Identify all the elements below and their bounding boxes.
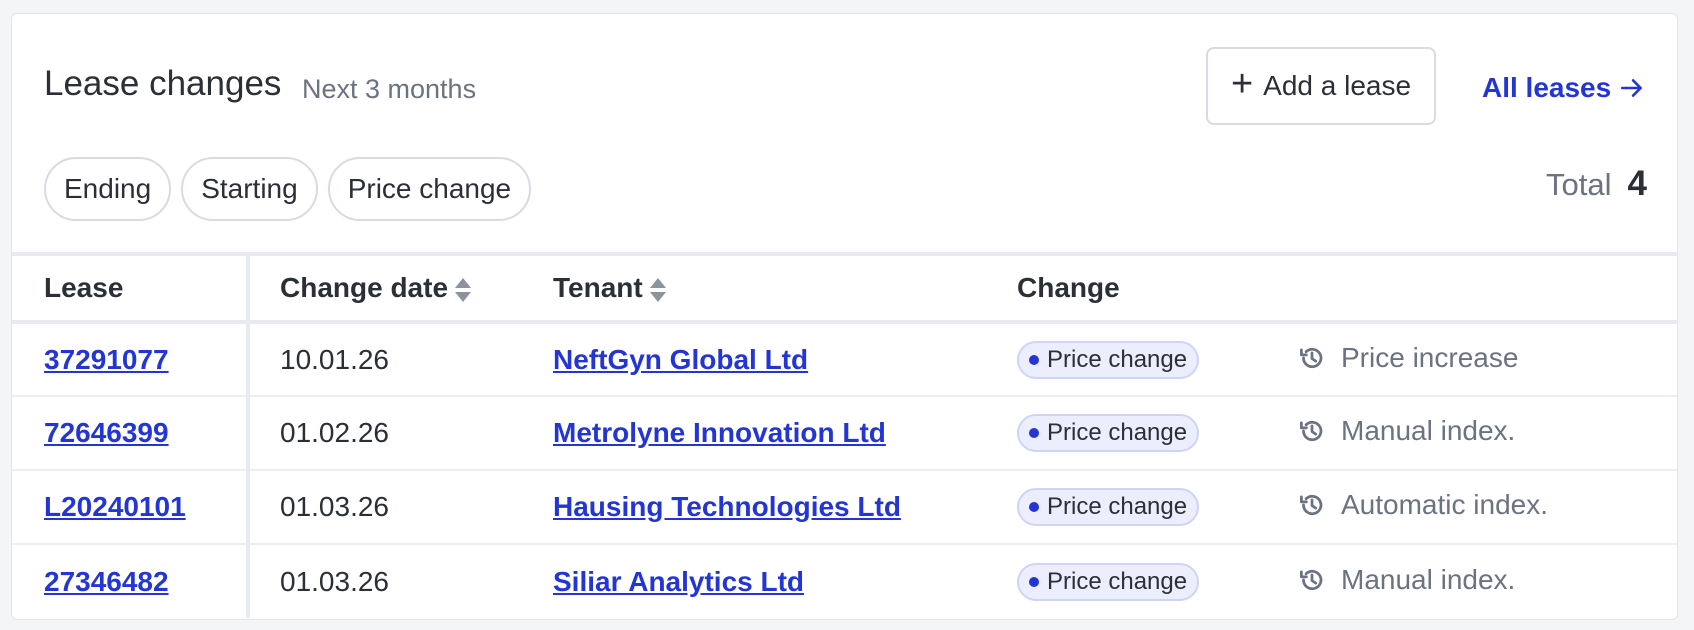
lease-cell: 27346482 [12,544,250,618]
card-header: Lease changes Next 3 months + Add a leas… [12,14,1677,144]
note-cell: Automatic index. [1297,470,1677,544]
note-cell: Manual index. [1297,396,1677,470]
tenant-cell: Siliar Analytics Ltd [553,544,1017,618]
change-note: Manual index. [1297,415,1515,447]
all-leases-label: All leases [1482,72,1612,103]
filter-chip-price-change[interactable]: Price change [327,157,532,221]
change-date-cell: 01.02.26 [280,417,389,448]
sort-icon[interactable] [454,277,472,303]
note-cell: Manual index. [1297,544,1677,618]
table-row: L20240101 01.03.26 Hausing Technologies … [12,470,1677,544]
change-note-label: Price increase [1341,341,1519,373]
column-header-change-date-label: Change date [280,272,449,303]
plus-icon: + [1230,63,1254,105]
total-label: Total [1546,167,1612,202]
change-badge-label: Price change [1047,493,1188,520]
change-badge: Price change [1017,488,1200,526]
table-row: 27346482 01.03.26 Siliar Analytics Ltd P… [12,544,1677,618]
change-note-label: Manual index. [1341,415,1516,446]
change-date-cell: 01.03.26 [280,491,389,522]
change-badge: Price change [1017,414,1200,452]
lease-id-link[interactable]: 27346482 [44,566,169,597]
lease-cell: L20240101 [12,470,250,544]
change-note: Automatic index. [1297,489,1548,521]
column-header-tenant[interactable]: Tenant [553,254,1017,324]
badge-dot [1029,354,1039,365]
column-header-note [1297,254,1677,324]
total-count: Total 4 [1546,164,1647,204]
badge-dot [1029,428,1039,438]
history-icon [1300,347,1323,368]
history-icon [1300,569,1323,590]
history-icon [1300,420,1323,442]
tenant-cell: Metrolyne Innovation Ltd [553,396,1017,470]
all-leases-link[interactable]: All leases [1482,72,1645,104]
change-cell: Price change [1017,470,1297,544]
change-cell: Price change [1017,322,1297,396]
column-header-lease-label: Lease [44,272,124,303]
table-row: 72646399 01.02.26 Metrolyne Innovation L… [12,396,1677,470]
column-header-change-label: Change [1017,272,1120,303]
change-badge-label: Price change [1047,345,1188,373]
column-header-change-date[interactable]: Change date [248,254,553,324]
change-badge: Price change [1017,562,1200,601]
lease-changes-card: Lease changes Next 3 months + Add a leas… [11,13,1678,620]
change-note-label: Manual index. [1341,563,1516,595]
table-header-row: Lease Change date Tenant Change [12,254,1677,324]
add-lease-button[interactable]: + Add a lease [1206,47,1436,125]
card-title: Lease changes [44,64,282,103]
history-icon [1300,494,1323,516]
note-cell: Price increase [1297,322,1677,396]
add-lease-label: Add a lease [1263,70,1412,101]
arrow-right-icon [1621,79,1643,97]
column-header-change: Change [1017,254,1297,324]
table-row: 37291077 10.01.26 NeftGyn Global Ltd Pri… [12,322,1677,396]
column-header-lease: Lease [12,254,250,324]
change-cell: Price change [1017,396,1297,470]
change-note: Price increase [1297,342,1518,374]
change-note: Manual index. [1297,564,1515,596]
change-note-label: Automatic index. [1341,489,1548,520]
badge-dot [1029,502,1039,512]
tenant-cell: NeftGyn Global Ltd [553,322,1017,396]
lease-id-link[interactable]: 37291077 [44,344,169,375]
total-value: 4 [1627,164,1647,203]
filter-chips: Ending Starting Price change [44,157,532,221]
column-header-tenant-label: Tenant [553,272,643,303]
filter-chip-ending[interactable]: Ending [44,157,172,221]
lease-cell: 72646399 [12,396,250,470]
lease-id-link[interactable]: L20240101 [44,491,186,522]
tenant-link[interactable]: Metrolyne Innovation Ltd [553,417,886,448]
card-subtitle: Next 3 months [302,74,477,104]
leases-table: Lease Change date Tenant Change 37291077… [12,252,1677,618]
tenant-cell: Hausing Technologies Ltd [553,470,1017,544]
lease-id-link[interactable]: 72646399 [44,417,169,448]
tenant-link[interactable]: NeftGyn Global Ltd [553,344,808,375]
lease-cell: 37291077 [12,322,250,396]
change-cell: Price change [1017,544,1297,618]
change-badge-label: Price change [1047,567,1188,595]
sort-icon[interactable] [649,277,667,303]
change-badge-label: Price change [1047,419,1188,446]
tenant-link[interactable]: Siliar Analytics Ltd [553,566,804,597]
change-date-cell: 01.03.26 [280,565,389,597]
filter-chip-starting[interactable]: Starting [181,157,318,221]
badge-dot [1029,576,1039,587]
change-date-cell: 10.01.26 [280,343,389,375]
change-badge: Price change [1017,340,1200,379]
tenant-link[interactable]: Hausing Technologies Ltd [553,491,901,522]
